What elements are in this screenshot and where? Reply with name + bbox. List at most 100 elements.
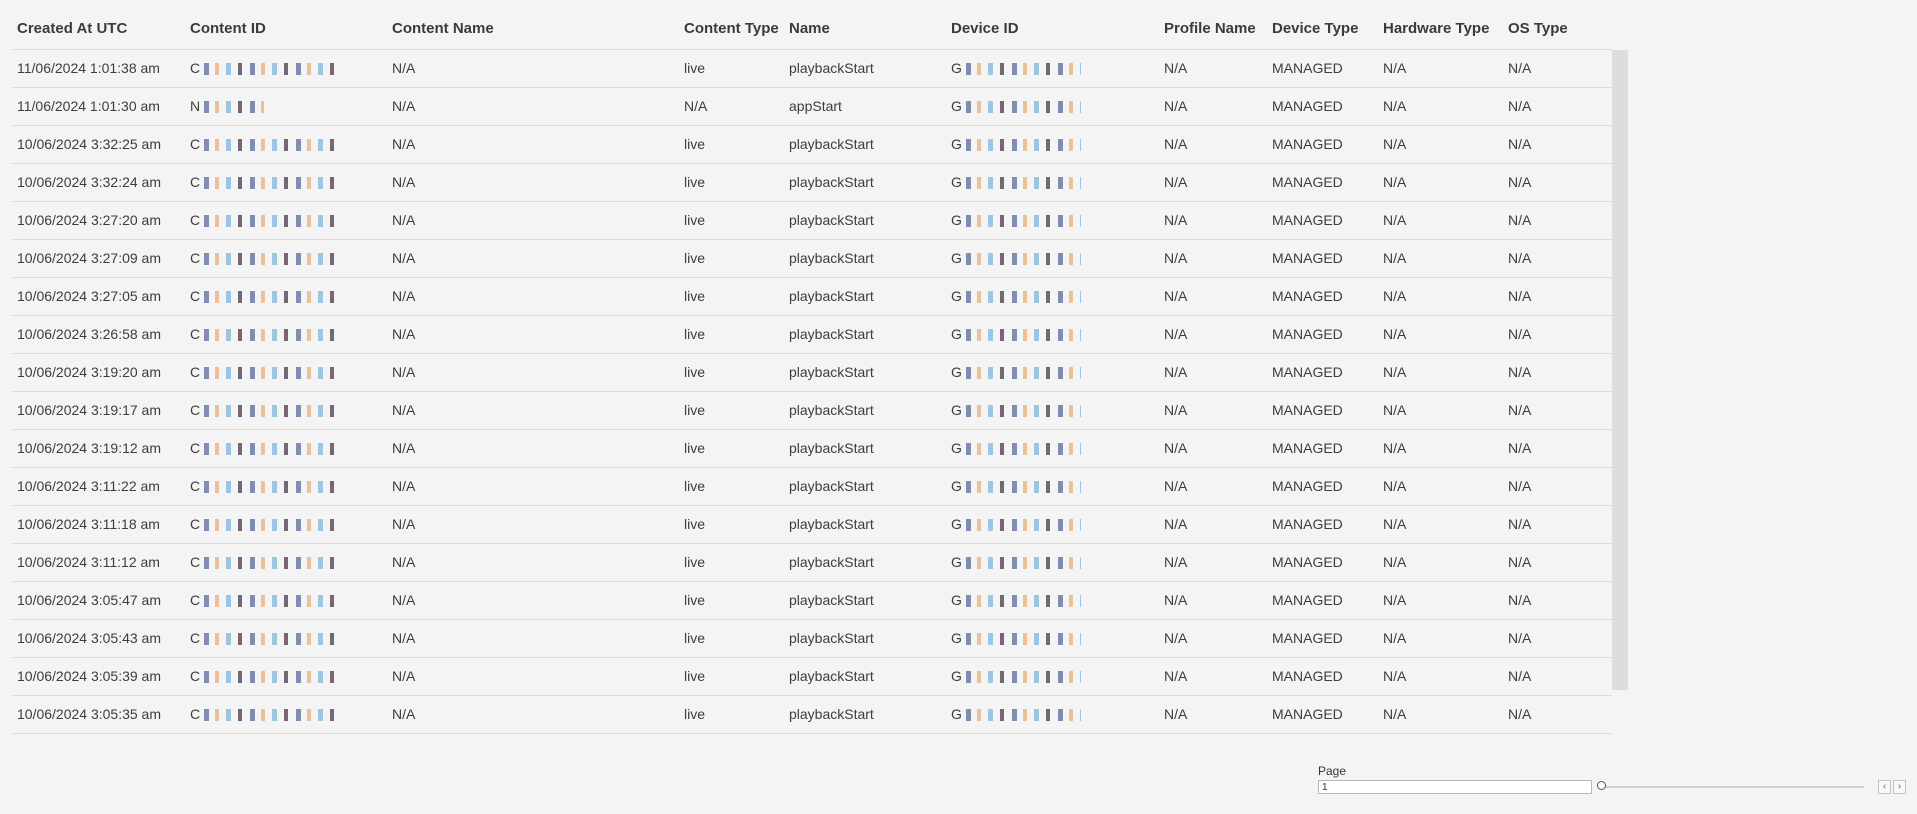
col-created-at-cell: 10/06/2024 3:05:43 am: [17, 630, 161, 646]
redacted-value: [204, 253, 343, 266]
cell-text: MANAGED: [1272, 706, 1343, 722]
cell-text: G: [951, 668, 962, 684]
table-row[interactable]: 10/06/2024 3:19:17 am C N/A live playbackSta…: [12, 391, 1612, 430]
col-content-name-cell: N/A: [392, 364, 415, 380]
col-content-id-cell: C: [190, 60, 343, 76]
col-os-type-cell: N/A: [1508, 60, 1531, 76]
col-content-id-cell: C: [190, 326, 343, 342]
redacted-value: [965, 253, 1081, 266]
col-created-at-header[interactable]: Created At UTC: [17, 20, 127, 37]
col-content-id-cell: N: [190, 98, 265, 114]
redacted-value: [204, 709, 343, 722]
col-os-type-header[interactable]: OS Type: [1508, 20, 1568, 37]
cell-text: C: [190, 668, 201, 684]
col-profile-name-header[interactable]: Profile Name: [1164, 20, 1256, 37]
col-hardware-type-cell: N/A: [1383, 136, 1406, 152]
table-row[interactable]: 10/06/2024 3:32:24 am C N/A live playbackSta…: [12, 163, 1612, 202]
col-created-at-cell: 10/06/2024 3:19:20 am: [17, 364, 161, 380]
col-content-id-header[interactable]: Content ID: [190, 20, 266, 37]
cell-text: N/A: [1164, 668, 1188, 684]
col-created-at-cell: 10/06/2024 3:27:05 am: [17, 288, 161, 304]
cell-text: MANAGED: [1272, 136, 1343, 152]
col-profile-name-cell: N/A: [1164, 250, 1187, 266]
table-row[interactable]: 10/06/2024 3:11:12 am C N/A live playbackSta…: [12, 543, 1612, 582]
redacted-value: [204, 443, 343, 456]
cell-text: N/A: [1508, 592, 1532, 608]
cell-text: N/A: [1383, 250, 1407, 266]
cell-text: N/A: [1164, 174, 1188, 190]
table-row[interactable]: 10/06/2024 3:11:18 am C N/A live playbackSta…: [12, 505, 1612, 544]
table-row[interactable]: 10/06/2024 3:11:22 am C N/A live playbackSta…: [12, 467, 1612, 506]
col-os-type-cell: N/A: [1508, 326, 1531, 342]
table-row[interactable]: 10/06/2024 3:19:12 am C N/A live playbackSta…: [12, 429, 1612, 468]
table-row[interactable]: 10/06/2024 3:27:09 am C N/A live playbackSta…: [12, 239, 1612, 278]
table-row[interactable]: 10/06/2024 3:05:39 am C N/A live playbackSta…: [12, 657, 1612, 696]
col-os-type-cell: N/A: [1508, 402, 1531, 418]
col-content-type-cell: live: [684, 60, 705, 76]
col-hardware-type-cell: N/A: [1383, 478, 1406, 494]
col-os-type-cell: N/A: [1508, 554, 1531, 570]
table-row[interactable]: 10/06/2024 3:27:05 am C N/A live playbackSta…: [12, 277, 1612, 316]
table-row[interactable]: 10/06/2024 3:05:35 am C N/A live playbackSta…: [12, 695, 1612, 734]
col-content-name-cell: N/A: [392, 250, 415, 266]
vertical-scrollbar[interactable]: [1612, 50, 1628, 690]
cell-text: N/A: [1508, 98, 1532, 114]
table-row-partial: [12, 733, 1612, 746]
table-row[interactable]: 11/06/2024 1:01:38 am C N/A live playbackSta…: [12, 49, 1612, 88]
col-hardware-type-header[interactable]: Hardware Type: [1383, 20, 1489, 37]
col-os-type-cell: N/A: [1508, 174, 1531, 190]
cell-text: live: [684, 364, 706, 380]
col-name-header[interactable]: Name: [789, 20, 830, 37]
col-content-type-cell: live: [684, 402, 705, 418]
cell-text: N/A: [1383, 136, 1407, 152]
col-hardware-type-cell: N/A: [1383, 174, 1406, 190]
col-content-type-cell: live: [684, 706, 705, 722]
page-number-input[interactable]: [1318, 780, 1592, 794]
col-content-name-header[interactable]: Content Name: [392, 20, 494, 37]
cell-text: N/A: [1383, 516, 1407, 532]
col-content-name-cell: N/A: [392, 668, 415, 684]
table-row[interactable]: 10/06/2024 3:05:47 am C N/A live playbackSta…: [12, 581, 1612, 620]
cell-text: G: [951, 478, 962, 494]
col-device-type-cell: MANAGED: [1272, 60, 1343, 76]
table-row[interactable]: 10/06/2024 3:19:20 am C N/A live playbackSta…: [12, 353, 1612, 392]
cell-text: live: [684, 440, 706, 456]
cell-text: 10/06/2024 3:27:09 am: [17, 250, 162, 266]
col-profile-name-cell: N/A: [1164, 136, 1187, 152]
redacted-value: [965, 63, 1081, 76]
redacted-value: [965, 291, 1081, 304]
col-content-name-cell: N/A: [392, 706, 415, 722]
cell-text: N/A: [1383, 440, 1407, 456]
col-device-type-cell: MANAGED: [1272, 402, 1343, 418]
col-hardware-type-cell: N/A: [1383, 212, 1406, 228]
col-os-type-cell: N/A: [1508, 136, 1531, 152]
cell-text: N/A: [1383, 326, 1407, 342]
col-device-id-cell: G: [951, 364, 1081, 380]
col-device-type-header[interactable]: Device Type: [1272, 20, 1358, 37]
table-row[interactable]: 10/06/2024 3:32:25 am C N/A live playbackSta…: [12, 125, 1612, 164]
col-os-type-cell: N/A: [1508, 706, 1531, 722]
cell-text: 10/06/2024 3:05:35 am: [17, 706, 162, 722]
table-row[interactable]: 10/06/2024 3:05:43 am C N/A live playbackSta…: [12, 619, 1612, 658]
table-row[interactable]: 10/06/2024 3:27:20 am C N/A live playbackSta…: [12, 201, 1612, 240]
col-content-type-cell: live: [684, 174, 705, 190]
cell-text: N/A: [392, 440, 416, 456]
col-profile-name-cell: N/A: [1164, 174, 1187, 190]
cell-text: N: [190, 98, 201, 114]
col-name-cell: playbackStart: [789, 668, 874, 684]
redacted-value: [965, 367, 1081, 380]
col-hardware-type-cell: N/A: [1383, 250, 1406, 266]
chevron-right-icon[interactable]: ›: [1893, 780, 1906, 794]
col-name-cell: playbackStart: [789, 250, 874, 266]
col-content-type-header[interactable]: Content Type: [684, 20, 779, 37]
col-name-cell: playbackStart: [789, 288, 874, 304]
table-row[interactable]: 10/06/2024 3:26:58 am C N/A live playbackSta…: [12, 315, 1612, 354]
col-content-id-cell: C: [190, 212, 343, 228]
chevron-left-icon[interactable]: ‹: [1878, 780, 1891, 794]
col-device-id-header[interactable]: Device ID: [951, 20, 1019, 37]
cell-text: C: [190, 592, 201, 608]
page-slider-thumb[interactable]: [1597, 781, 1606, 790]
table-row[interactable]: 11/06/2024 1:01:30 am N N/A N/A appStart G N/A…: [12, 87, 1612, 126]
cell-text: live: [684, 212, 706, 228]
col-content-name-cell: N/A: [392, 554, 415, 570]
